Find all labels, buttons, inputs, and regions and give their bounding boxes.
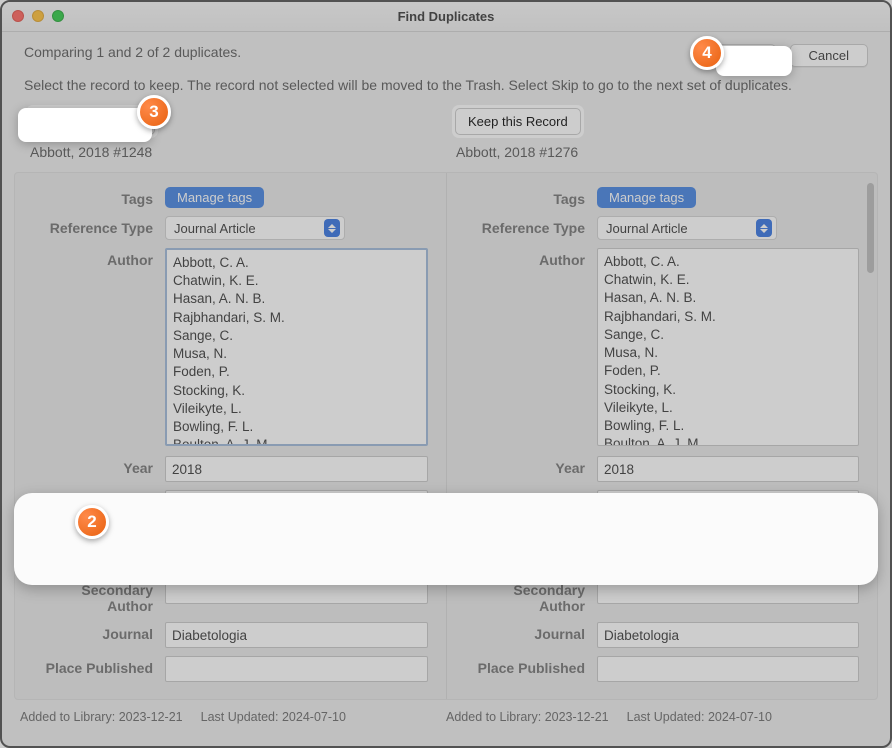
year-field[interactable]: 2018: [597, 456, 859, 482]
scrollbar[interactable]: [865, 179, 875, 693]
titlebar: Find Duplicates: [2, 2, 890, 32]
footer-metadata: Added to Library: 2023-12-21 Last Update…: [2, 700, 890, 724]
label-author: Author: [33, 248, 165, 268]
reference-type-value: Journal Article: [606, 221, 688, 236]
label-journal: Journal: [465, 622, 597, 642]
cancel-button[interactable]: Cancel: [790, 44, 868, 67]
reference-type-select[interactable]: Journal Article: [165, 216, 345, 240]
record-panel-right: Tags Manage tags Reference Type Journal …: [446, 173, 877, 699]
label-place: Place Published: [33, 656, 165, 676]
label-ref-type: Reference Type: [465, 216, 597, 236]
updated-date-left: 2024-07-10: [282, 710, 346, 724]
close-icon[interactable]: [12, 10, 24, 22]
year-field[interactable]: 2018: [165, 456, 428, 482]
minimize-icon[interactable]: [32, 10, 44, 22]
label-place: Place Published: [465, 656, 597, 676]
record-id-left: Abbott, 2018 #1248: [30, 144, 446, 160]
label-tags: Tags: [465, 187, 597, 207]
added-date-right: 2023-12-21: [545, 710, 609, 724]
window-title: Find Duplicates: [398, 9, 495, 24]
label-year: Year: [33, 456, 165, 476]
place-published-field[interactable]: [165, 656, 428, 682]
updated-date-right: 2024-07-10: [708, 710, 772, 724]
label-sec-author: Secondary Author: [465, 578, 597, 614]
author-field[interactable]: Abbott, C. A. Chatwin, K. E. Hasan, A. N…: [165, 248, 428, 446]
author-field[interactable]: Abbott, C. A. Chatwin, K. E. Hasan, A. N…: [597, 248, 859, 446]
secondary-author-field[interactable]: [597, 578, 859, 604]
comparison-summary: Comparing 1 and 2 of 2 duplicates.: [24, 44, 241, 60]
window-controls: [12, 10, 64, 22]
label-sec-author: Secondary Author: [33, 578, 165, 614]
journal-field[interactable]: Diabetologia: [597, 622, 859, 648]
reference-type-select[interactable]: Journal Article: [597, 216, 777, 240]
label-title: Title: [33, 490, 165, 510]
scroll-thumb[interactable]: [867, 183, 874, 273]
label-journal: Journal: [33, 622, 165, 642]
label-ref-type: Reference Type: [33, 216, 165, 236]
label-tags: Tags: [33, 187, 165, 207]
secondary-author-field[interactable]: [165, 578, 428, 604]
skip-button[interactable]: Skip: [712, 44, 775, 67]
stepper-icon: [756, 219, 772, 237]
title-field[interactable]: Novel plantar pressure-sensing smart ins…: [165, 490, 428, 568]
keep-record-right-button[interactable]: Keep this Record: [455, 108, 581, 135]
place-published-field[interactable]: [597, 656, 859, 682]
added-date-left: 2023-12-21: [119, 710, 183, 724]
dialog-window: Find Duplicates Comparing 1 and 2 of 2 d…: [0, 0, 892, 748]
record-id-right: Abbott, 2018 #1276: [456, 144, 872, 160]
title-field[interactable]: Novel plantar pressure-sensing smart ins…: [597, 490, 859, 568]
label-title: Title: [465, 490, 597, 510]
journal-field[interactable]: Diabetologia: [165, 622, 428, 648]
manage-tags-button[interactable]: Manage tags: [165, 187, 264, 208]
label-year: Year: [465, 456, 597, 476]
label-author: Author: [465, 248, 597, 268]
instruction-text: Select the record to keep. The record no…: [2, 71, 890, 105]
stepper-icon: [324, 219, 340, 237]
record-panel-left: Tags Manage tags Reference Type Journal …: [15, 173, 446, 699]
keep-record-left-button[interactable]: Keep this Record: [29, 108, 155, 135]
compare-panels: Tags Manage tags Reference Type Journal …: [14, 172, 878, 700]
zoom-icon[interactable]: [52, 10, 64, 22]
manage-tags-button[interactable]: Manage tags: [597, 187, 696, 208]
reference-type-value: Journal Article: [174, 221, 256, 236]
